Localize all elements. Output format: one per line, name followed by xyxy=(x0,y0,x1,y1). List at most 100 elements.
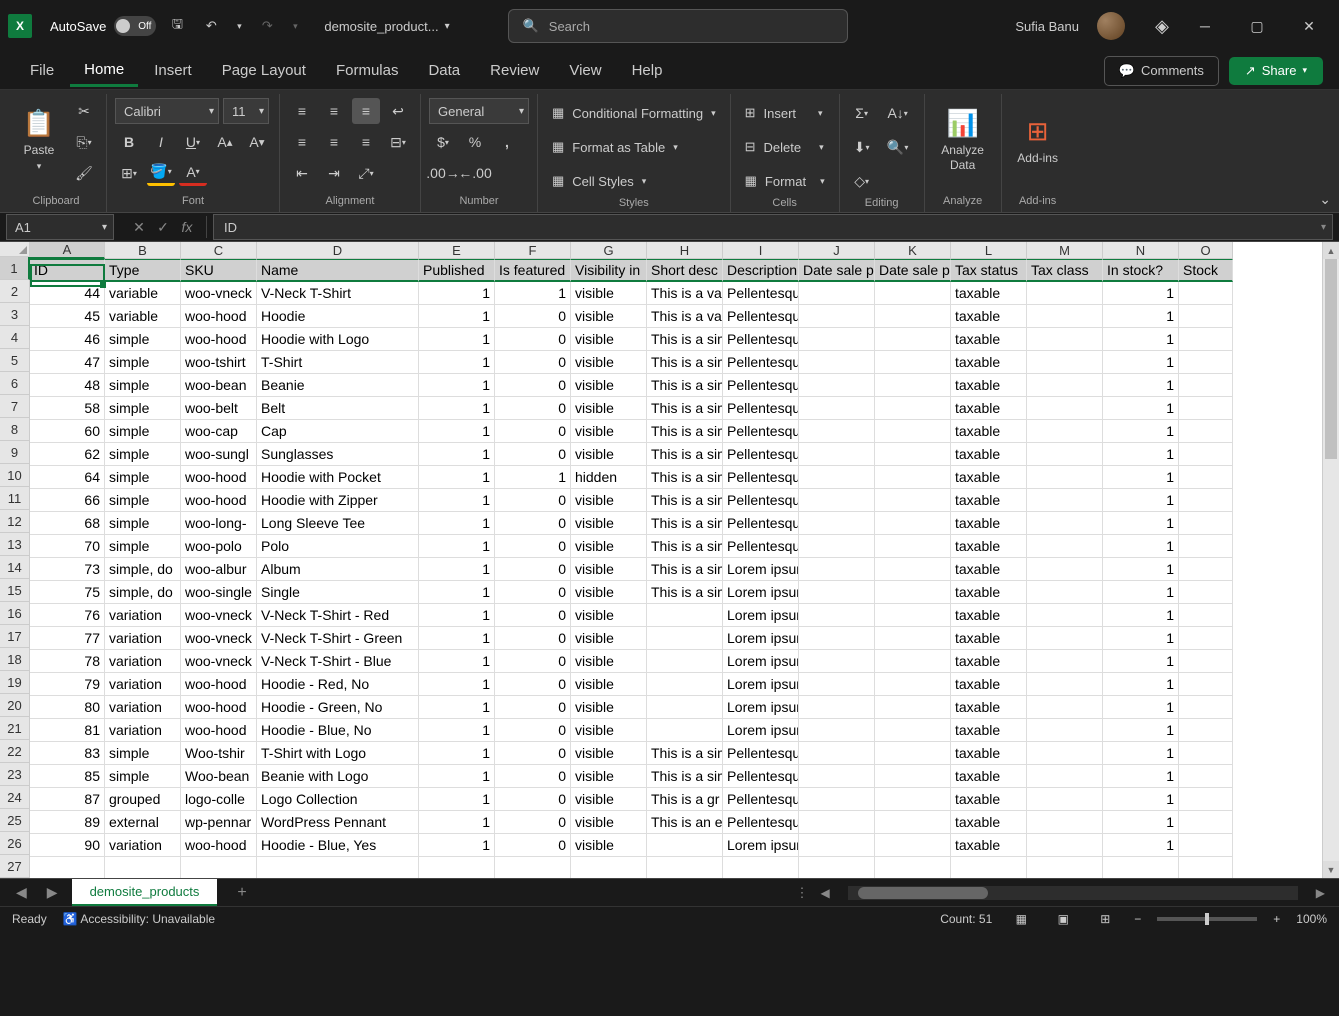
cell[interactable] xyxy=(875,788,951,811)
col-header-D[interactable]: D xyxy=(257,242,419,259)
cell[interactable]: variation xyxy=(105,834,181,857)
align-left-icon[interactable]: ≡ xyxy=(288,129,316,155)
cell[interactable] xyxy=(1027,558,1103,581)
cell[interactable]: 1 xyxy=(419,627,495,650)
vertical-scrollbar[interactable]: ▲ ▼ xyxy=(1322,242,1339,878)
cell[interactable]: 1 xyxy=(1103,374,1179,397)
cell[interactable]: visible xyxy=(571,719,647,742)
cell[interactable]: 0 xyxy=(495,535,571,558)
cell[interactable]: Pellentesque habitant morbi trist xyxy=(723,788,799,811)
cell[interactable] xyxy=(799,535,875,558)
fill-color-icon[interactable]: 🪣▾ xyxy=(147,160,175,186)
cell[interactable]: 0 xyxy=(495,811,571,834)
row-header-11[interactable]: 11 xyxy=(0,487,30,510)
cell[interactable]: 1 xyxy=(419,650,495,673)
cell[interactable]: 0 xyxy=(495,742,571,765)
cut-icon[interactable]: ✂ xyxy=(70,98,98,124)
cell[interactable]: visible xyxy=(571,696,647,719)
tab-formulas[interactable]: Formulas xyxy=(322,56,413,85)
row-header-24[interactable]: 24 xyxy=(0,786,30,809)
cell[interactable]: 1 xyxy=(419,834,495,857)
cell[interactable]: 1 xyxy=(419,696,495,719)
cell[interactable]: 1 xyxy=(419,604,495,627)
cell[interactable]: Polo xyxy=(257,535,419,558)
cell[interactable]: 1 xyxy=(1103,351,1179,374)
cell[interactable]: 0 xyxy=(495,650,571,673)
hscroll-thumb[interactable] xyxy=(858,887,988,899)
cell[interactable]: 1 xyxy=(419,443,495,466)
page-layout-view-icon[interactable]: ▣ xyxy=(1050,910,1076,928)
cell[interactable]: visible xyxy=(571,742,647,765)
cell[interactable]: woo-hood xyxy=(181,673,257,696)
cell[interactable]: variation xyxy=(105,650,181,673)
cell[interactable] xyxy=(1179,673,1233,696)
cell[interactable]: taxable xyxy=(951,374,1027,397)
cell[interactable] xyxy=(875,328,951,351)
tab-view[interactable]: View xyxy=(555,56,615,85)
cell[interactable] xyxy=(1027,512,1103,535)
cell[interactable] xyxy=(647,604,723,627)
sheet-prev-icon[interactable]: ◀ xyxy=(10,884,33,901)
cell[interactable]: 66 xyxy=(30,489,105,512)
cell[interactable]: Lorem ipsum dolor sit amet, con xyxy=(723,558,799,581)
cell[interactable] xyxy=(799,857,875,878)
search-input[interactable]: 🔍 Search xyxy=(508,9,848,43)
cell[interactable] xyxy=(799,466,875,489)
row-header-17[interactable]: 17 xyxy=(0,625,30,648)
cell[interactable]: visible xyxy=(571,397,647,420)
col-header-G[interactable]: G xyxy=(571,242,647,259)
cell[interactable]: Pellentesque habitant morbi trist xyxy=(723,742,799,765)
cell[interactable]: woo-bean xyxy=(181,374,257,397)
cell[interactable] xyxy=(1179,719,1233,742)
cell[interactable]: logo-colle xyxy=(181,788,257,811)
cell[interactable] xyxy=(1027,466,1103,489)
cell[interactable] xyxy=(875,489,951,512)
cell[interactable]: 1 xyxy=(1103,535,1179,558)
cell[interactable]: woo-cap xyxy=(181,420,257,443)
analyze-data-button[interactable]: 📊 Analyze Data xyxy=(933,98,993,182)
cell[interactable]: Pellentesque habitant morbi trist xyxy=(723,489,799,512)
cell[interactable]: 89 xyxy=(30,811,105,834)
cell[interactable]: visible xyxy=(571,489,647,512)
cell[interactable] xyxy=(1027,581,1103,604)
cell[interactable]: Lorem ipsum dolor sit amet, con xyxy=(723,627,799,650)
cell[interactable]: visible xyxy=(571,834,647,857)
hscroll-right-icon[interactable]: ▶ xyxy=(1312,886,1329,900)
cell[interactable]: taxable xyxy=(951,535,1027,558)
cell[interactable]: woo-hood xyxy=(181,328,257,351)
col-header-L[interactable]: L xyxy=(951,242,1027,259)
cell[interactable] xyxy=(1027,742,1103,765)
cell[interactable] xyxy=(1027,650,1103,673)
cell[interactable]: Woo-tshir xyxy=(181,742,257,765)
cell[interactable]: 62 xyxy=(30,443,105,466)
redo-dropdown-icon[interactable]: ▾ xyxy=(288,13,302,39)
cell[interactable]: simple xyxy=(105,535,181,558)
cell[interactable]: simple xyxy=(105,374,181,397)
autosum-icon[interactable]: Σ▾ xyxy=(848,100,876,126)
page-break-view-icon[interactable]: ⊞ xyxy=(1092,910,1118,928)
save-icon[interactable]: 🖫 xyxy=(164,13,190,39)
row-header-25[interactable]: 25 xyxy=(0,809,30,832)
cell[interactable]: taxable xyxy=(951,305,1027,328)
cell[interactable] xyxy=(875,466,951,489)
cell[interactable]: T-Shirt xyxy=(257,351,419,374)
cell[interactable]: Long Sleeve Tee xyxy=(257,512,419,535)
cell[interactable]: This is a sim xyxy=(647,351,723,374)
percent-icon[interactable]: % xyxy=(461,129,489,155)
cell[interactable] xyxy=(799,604,875,627)
row-header-3[interactable]: 3 xyxy=(0,303,30,326)
cancel-formula-icon[interactable]: ✕ xyxy=(128,216,150,238)
cell[interactable] xyxy=(647,834,723,857)
sheet-options-icon[interactable]: ⋮ xyxy=(796,885,809,901)
cell[interactable] xyxy=(1179,512,1233,535)
cell[interactable]: 1 xyxy=(1103,420,1179,443)
cell[interactable]: 80 xyxy=(30,696,105,719)
cell[interactable] xyxy=(799,374,875,397)
cell[interactable]: visible xyxy=(571,558,647,581)
cell[interactable]: Pellentesque habitant morbi trist xyxy=(723,420,799,443)
col-header-F[interactable]: F xyxy=(495,242,571,259)
cell[interactable]: Hoodie - Blue, Yes xyxy=(257,834,419,857)
cell[interactable]: woo-albur xyxy=(181,558,257,581)
col-header-J[interactable]: J xyxy=(799,242,875,259)
font-name-combo[interactable]: Calibri xyxy=(115,98,219,124)
